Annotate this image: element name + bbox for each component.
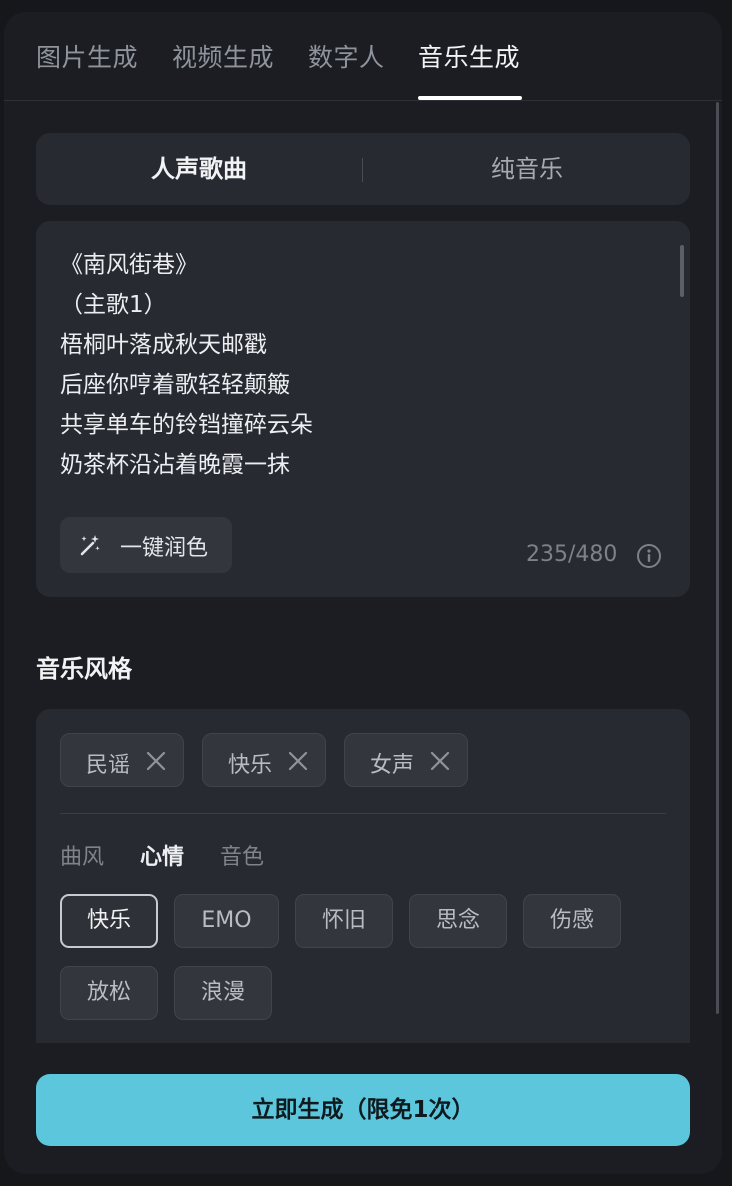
style-option[interactable]: 怀旧 [295,894,393,948]
tab-video-generation[interactable]: 视频生成 [172,38,274,74]
lyrics-editor[interactable]: 《南风街巷》 （主歌1） 梧桐叶落成秋天邮戳 后座你哼着歌轻轻颠簸 共享单车的铃… [36,221,690,597]
style-divider [60,813,666,814]
mode-vocal-song[interactable]: 人声歌曲 [36,133,362,205]
tab-digital-human[interactable]: 数字人 [308,38,385,74]
mode-instrumental[interactable]: 纯音乐 [364,133,690,205]
polish-button[interactable]: 一键润色 [60,517,232,573]
tab-music-generation[interactable]: 音乐生成 [418,38,520,74]
mode-divider [362,158,363,182]
selected-tag: 女声 [344,733,468,787]
style-option[interactable]: 浪漫 [174,966,272,1020]
category-tab-mood[interactable]: 心情 [140,839,184,871]
mode-switch: 人声歌曲 纯音乐 [36,133,690,205]
lyrics-scrollbar[interactable] [680,245,684,297]
selected-tag: 快乐 [202,733,326,787]
selected-tag-label: 民谣 [86,753,131,778]
selected-tag-label: 女声 [370,753,415,778]
close-icon[interactable] [287,750,309,772]
selected-tag: 民谣 [60,733,184,787]
music-generation-panel: 图片生成 视频生成 数字人 音乐生成 人声歌曲 纯音乐 《南风街巷》 （主歌1）… [4,12,722,1174]
music-style-box: 民谣 快乐 女声 曲风 心情 音色 快乐 EMO 怀旧 思念 伤感 放松 浪漫 [36,709,690,1043]
style-option[interactable]: 快乐 [60,894,158,948]
style-option[interactable]: 伤感 [523,894,621,948]
category-tab-timbre[interactable]: 音色 [220,839,264,871]
character-counter: 235/480 [526,542,618,567]
close-icon[interactable] [145,750,167,772]
music-style-title: 音乐风格 [36,655,132,683]
selected-tag-label: 快乐 [228,753,273,778]
close-icon[interactable] [429,750,451,772]
polish-button-label: 一键润色 [120,536,209,561]
panel-scrollbar[interactable] [716,102,719,1014]
style-option[interactable]: 思念 [409,894,507,948]
top-tabs: 图片生成 视频生成 数字人 音乐生成 [4,12,722,101]
category-tab-genre[interactable]: 曲风 [60,839,104,871]
generate-button[interactable]: 立即生成（限免1次） [36,1074,690,1146]
magic-wand-icon [80,535,100,556]
tab-image-generation[interactable]: 图片生成 [36,38,138,74]
style-option[interactable]: EMO [174,894,279,948]
style-option[interactable]: 放松 [60,966,158,1020]
info-icon[interactable] [636,543,662,569]
lyrics-text[interactable]: 《南风街巷》 （主歌1） 梧桐叶落成秋天邮戳 后座你哼着歌轻轻颠簸 共享单车的铃… [60,245,660,485]
active-tab-indicator [418,96,522,100]
